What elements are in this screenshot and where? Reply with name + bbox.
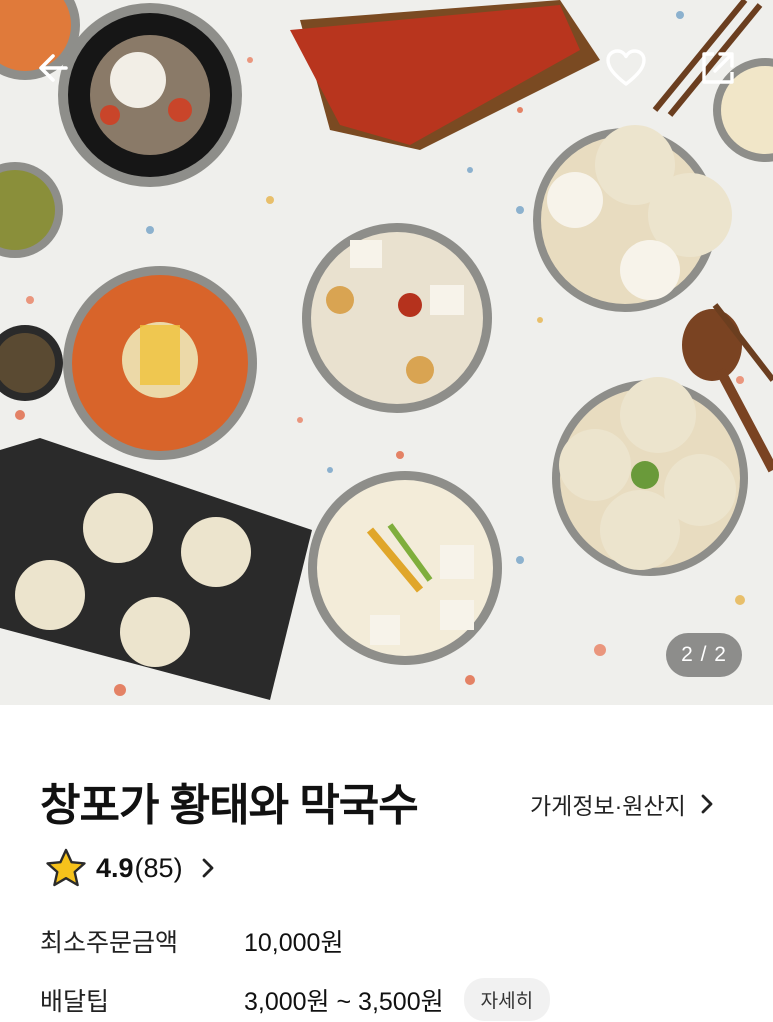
food-photo <box>0 0 773 700</box>
back-arrow-icon <box>39 54 68 82</box>
back-button[interactable] <box>28 42 80 94</box>
photo-page-counter: 2 / 2 <box>666 633 742 677</box>
delivery-tip-detail-button[interactable]: 자세히 <box>463 978 551 1021</box>
store-photo-carousel[interactable]: 2 / 2 <box>0 0 773 705</box>
store-name: 창포가 황태와 막국수 <box>40 781 419 830</box>
min-order-label: 최소주문금액 <box>40 929 179 957</box>
delivery-tip-value: 3,000원 ~ 3,500원 <box>244 987 444 1016</box>
chevron-right-icon <box>700 793 714 815</box>
heart-icon <box>606 49 646 86</box>
rating-reviews-link[interactable]: 4.9 (85) <box>44 847 215 889</box>
star-icon <box>46 848 86 887</box>
favorite-button[interactable] <box>600 42 652 94</box>
chevron-right-icon <box>201 857 215 879</box>
review-count: (85) <box>134 852 183 883</box>
store-info-panel: 창포가 황태와 막국수 가게정보·원산지 4.9 (85) 최소주문금액 10,… <box>0 705 773 1022</box>
store-info-origin-link[interactable]: 가게정보·원산지 <box>530 787 714 821</box>
rating-score: 4.9 <box>96 852 134 883</box>
delivery-tip-label: 배달팁 <box>40 987 110 1016</box>
delivery-tip-row: 배달팁 3,000원 ~ 3,500원 자세히 <box>40 978 551 1021</box>
min-order-value: 10,000원 <box>244 929 344 957</box>
min-order-row: 최소주문금액 10,000원 <box>40 923 343 959</box>
store-info-link-label: 가게정보·원산지 <box>530 793 686 819</box>
share-icon <box>702 52 734 84</box>
share-button[interactable] <box>692 42 744 94</box>
